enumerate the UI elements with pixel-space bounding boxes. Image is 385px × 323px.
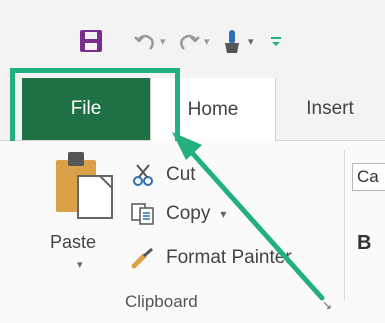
save-icon[interactable] — [78, 24, 104, 58]
bold-button[interactable]: B — [357, 232, 371, 255]
format-painter-label: Format Painter — [166, 247, 292, 268]
copy-dropdown-icon[interactable]: ▾ — [220, 207, 226, 221]
undo-dropdown-icon[interactable]: ▾ — [160, 24, 166, 58]
clipboard-group-label: Clipboard — [125, 292, 198, 311]
paste-label: Paste — [50, 232, 97, 252]
file-tab-highlight — [10, 68, 180, 149]
paste-button[interactable] — [48, 146, 118, 276]
font-name-box[interactable]: Ca — [352, 163, 385, 191]
copy-button[interactable]: Copy ▾ — [128, 197, 226, 231]
cut-label: Cut — [166, 164, 196, 185]
copy-icon — [128, 201, 158, 227]
format-painter-button[interactable]: Format Painter — [128, 241, 292, 275]
redo-dropdown-icon[interactable]: ▾ — [204, 24, 210, 58]
tab-insert[interactable]: Insert — [290, 78, 370, 140]
paste-dropdown-icon[interactable]: ▾ — [77, 258, 83, 271]
touch-mode-icon[interactable] — [222, 24, 242, 58]
redo-icon[interactable] — [176, 24, 202, 58]
tab-insert-label: Insert — [306, 98, 354, 119]
tab-home-label: Home — [187, 98, 239, 120]
copy-label: Copy — [166, 203, 211, 224]
group-divider — [344, 150, 345, 300]
cut-button[interactable]: Cut — [128, 158, 196, 192]
paste-icon — [56, 152, 113, 219]
touch-mode-dropdown-icon[interactable]: ▾ — [248, 24, 254, 58]
undo-icon[interactable] — [132, 24, 158, 58]
scissors-icon — [128, 162, 158, 188]
customize-icon[interactable] — [270, 24, 282, 58]
clipboard-launcher-icon[interactable]: ↘ — [322, 298, 332, 312]
paintbrush-icon — [128, 245, 158, 271]
